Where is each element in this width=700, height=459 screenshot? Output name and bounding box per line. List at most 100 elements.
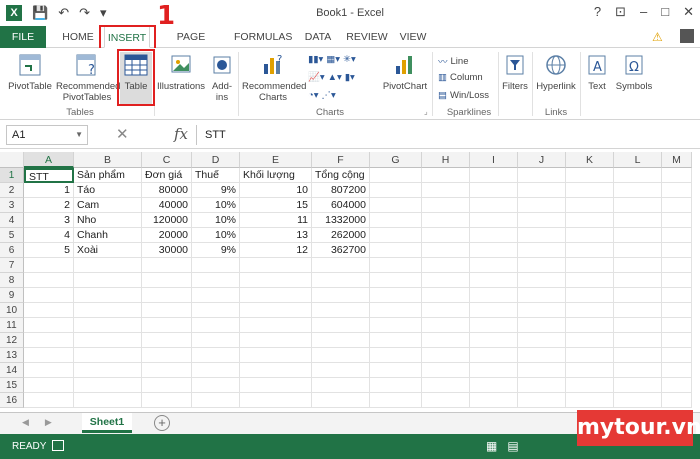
cell-d1[interactable]: Thuế: [192, 168, 240, 183]
cell-e15[interactable]: [240, 378, 312, 393]
cell-h1[interactable]: [422, 168, 470, 183]
cell-h7[interactable]: [422, 258, 470, 273]
cell-k3[interactable]: [566, 198, 614, 213]
cell-l11[interactable]: [614, 318, 662, 333]
cell-a13[interactable]: [24, 348, 74, 363]
cell-f7[interactable]: [312, 258, 370, 273]
formula-input[interactable]: STT: [196, 125, 694, 145]
add-ins-button[interactable]: Add- ins: [208, 52, 236, 103]
cell-c4[interactable]: 120000: [142, 213, 192, 228]
cell-l3[interactable]: [614, 198, 662, 213]
line-chart-icon[interactable]: 📈▾: [308, 72, 325, 83]
row-header-7[interactable]: 7: [0, 258, 24, 273]
macro-record-icon[interactable]: [52, 440, 64, 451]
cell-a15[interactable]: [24, 378, 74, 393]
cell-k9[interactable]: [566, 288, 614, 303]
recommended-charts-button[interactable]: ? Recommended Charts: [242, 52, 306, 103]
row-header-5[interactable]: 5: [0, 228, 24, 243]
column-header-f[interactable]: F: [312, 152, 370, 168]
cell-l10[interactable]: [614, 303, 662, 318]
cell-b16[interactable]: [74, 393, 142, 408]
cell-g2[interactable]: [370, 183, 422, 198]
column-header-d[interactable]: D: [192, 152, 240, 168]
scatter-chart-icon[interactable]: ✳▾: [343, 54, 356, 65]
cell-h13[interactable]: [422, 348, 470, 363]
column-header-a[interactable]: A: [24, 152, 74, 168]
column-header-c[interactable]: C: [142, 152, 192, 168]
cell-a6[interactable]: 5: [24, 243, 74, 258]
cell-l7[interactable]: [614, 258, 662, 273]
cell-g3[interactable]: [370, 198, 422, 213]
cell-m9[interactable]: [662, 288, 692, 303]
name-box[interactable]: A1 ▼: [6, 125, 88, 145]
cell-f1[interactable]: Tổng cộng: [312, 168, 370, 183]
cell-b1[interactable]: Sản phẩm: [74, 168, 142, 183]
column-header-e[interactable]: E: [240, 152, 312, 168]
cell-f9[interactable]: [312, 288, 370, 303]
cell-c3[interactable]: 40000: [142, 198, 192, 213]
bar-chart-icon[interactable]: ▮▾: [345, 72, 355, 83]
row-header-14[interactable]: 14: [0, 363, 24, 378]
cell-d9[interactable]: [192, 288, 240, 303]
cell-d16[interactable]: [192, 393, 240, 408]
cell-g11[interactable]: [370, 318, 422, 333]
cell-k13[interactable]: [566, 348, 614, 363]
cell-i7[interactable]: [470, 258, 518, 273]
tab-view[interactable]: VIEW: [396, 26, 430, 48]
cell-a14[interactable]: [24, 363, 74, 378]
cell-g5[interactable]: [370, 228, 422, 243]
column-header-h[interactable]: H: [422, 152, 470, 168]
cell-k16[interactable]: [566, 393, 614, 408]
cell-j9[interactable]: [518, 288, 566, 303]
cell-a3[interactable]: 2: [24, 198, 74, 213]
cell-c2[interactable]: 80000: [142, 183, 192, 198]
cell-h6[interactable]: [422, 243, 470, 258]
cell-h5[interactable]: [422, 228, 470, 243]
cell-b4[interactable]: Nho: [74, 213, 142, 228]
cell-f4[interactable]: 1332000: [312, 213, 370, 228]
cell-m4[interactable]: [662, 213, 692, 228]
combo-chart-icon[interactable]: ⋰▾: [322, 90, 336, 101]
cell-f16[interactable]: [312, 393, 370, 408]
cell-e6[interactable]: 12: [240, 243, 312, 258]
next-sheet-icon[interactable]: ▶: [45, 417, 52, 428]
cell-e9[interactable]: [240, 288, 312, 303]
cell-k4[interactable]: [566, 213, 614, 228]
cell-a12[interactable]: [24, 333, 74, 348]
cell-h12[interactable]: [422, 333, 470, 348]
symbols-button[interactable]: Ω Symbols: [614, 52, 654, 92]
cell-m16[interactable]: [662, 393, 692, 408]
cell-b5[interactable]: Chanh: [74, 228, 142, 243]
cell-d3[interactable]: 10%: [192, 198, 240, 213]
cell-k5[interactable]: [566, 228, 614, 243]
cell-j15[interactable]: [518, 378, 566, 393]
cell-l2[interactable]: [614, 183, 662, 198]
cell-c5[interactable]: 20000: [142, 228, 192, 243]
cell-f15[interactable]: [312, 378, 370, 393]
pivotchart-button[interactable]: PivotChart: [380, 52, 430, 92]
column-header-b[interactable]: B: [74, 152, 142, 168]
cell-b15[interactable]: [74, 378, 142, 393]
cell-i12[interactable]: [470, 333, 518, 348]
cell-g16[interactable]: [370, 393, 422, 408]
cell-f12[interactable]: [312, 333, 370, 348]
row-header-13[interactable]: 13: [0, 348, 24, 363]
cell-g1[interactable]: [370, 168, 422, 183]
cell-d5[interactable]: 10%: [192, 228, 240, 243]
row-header-11[interactable]: 11: [0, 318, 24, 333]
account-avatar[interactable]: [680, 29, 694, 43]
text-button[interactable]: A Text: [582, 52, 612, 92]
cell-b10[interactable]: [74, 303, 142, 318]
normal-view-icon[interactable]: ▦: [486, 439, 497, 453]
row-header-3[interactable]: 3: [0, 198, 24, 213]
cell-g6[interactable]: [370, 243, 422, 258]
cell-e2[interactable]: 10: [240, 183, 312, 198]
cell-a1[interactable]: STT: [24, 168, 74, 183]
cell-i1[interactable]: [470, 168, 518, 183]
hierarchy-chart-icon[interactable]: ▦▾: [326, 54, 340, 65]
cell-m2[interactable]: [662, 183, 692, 198]
sparkline-column-button[interactable]: ▥ Column: [438, 72, 483, 83]
cell-m14[interactable]: [662, 363, 692, 378]
cell-e16[interactable]: [240, 393, 312, 408]
cell-k1[interactable]: [566, 168, 614, 183]
